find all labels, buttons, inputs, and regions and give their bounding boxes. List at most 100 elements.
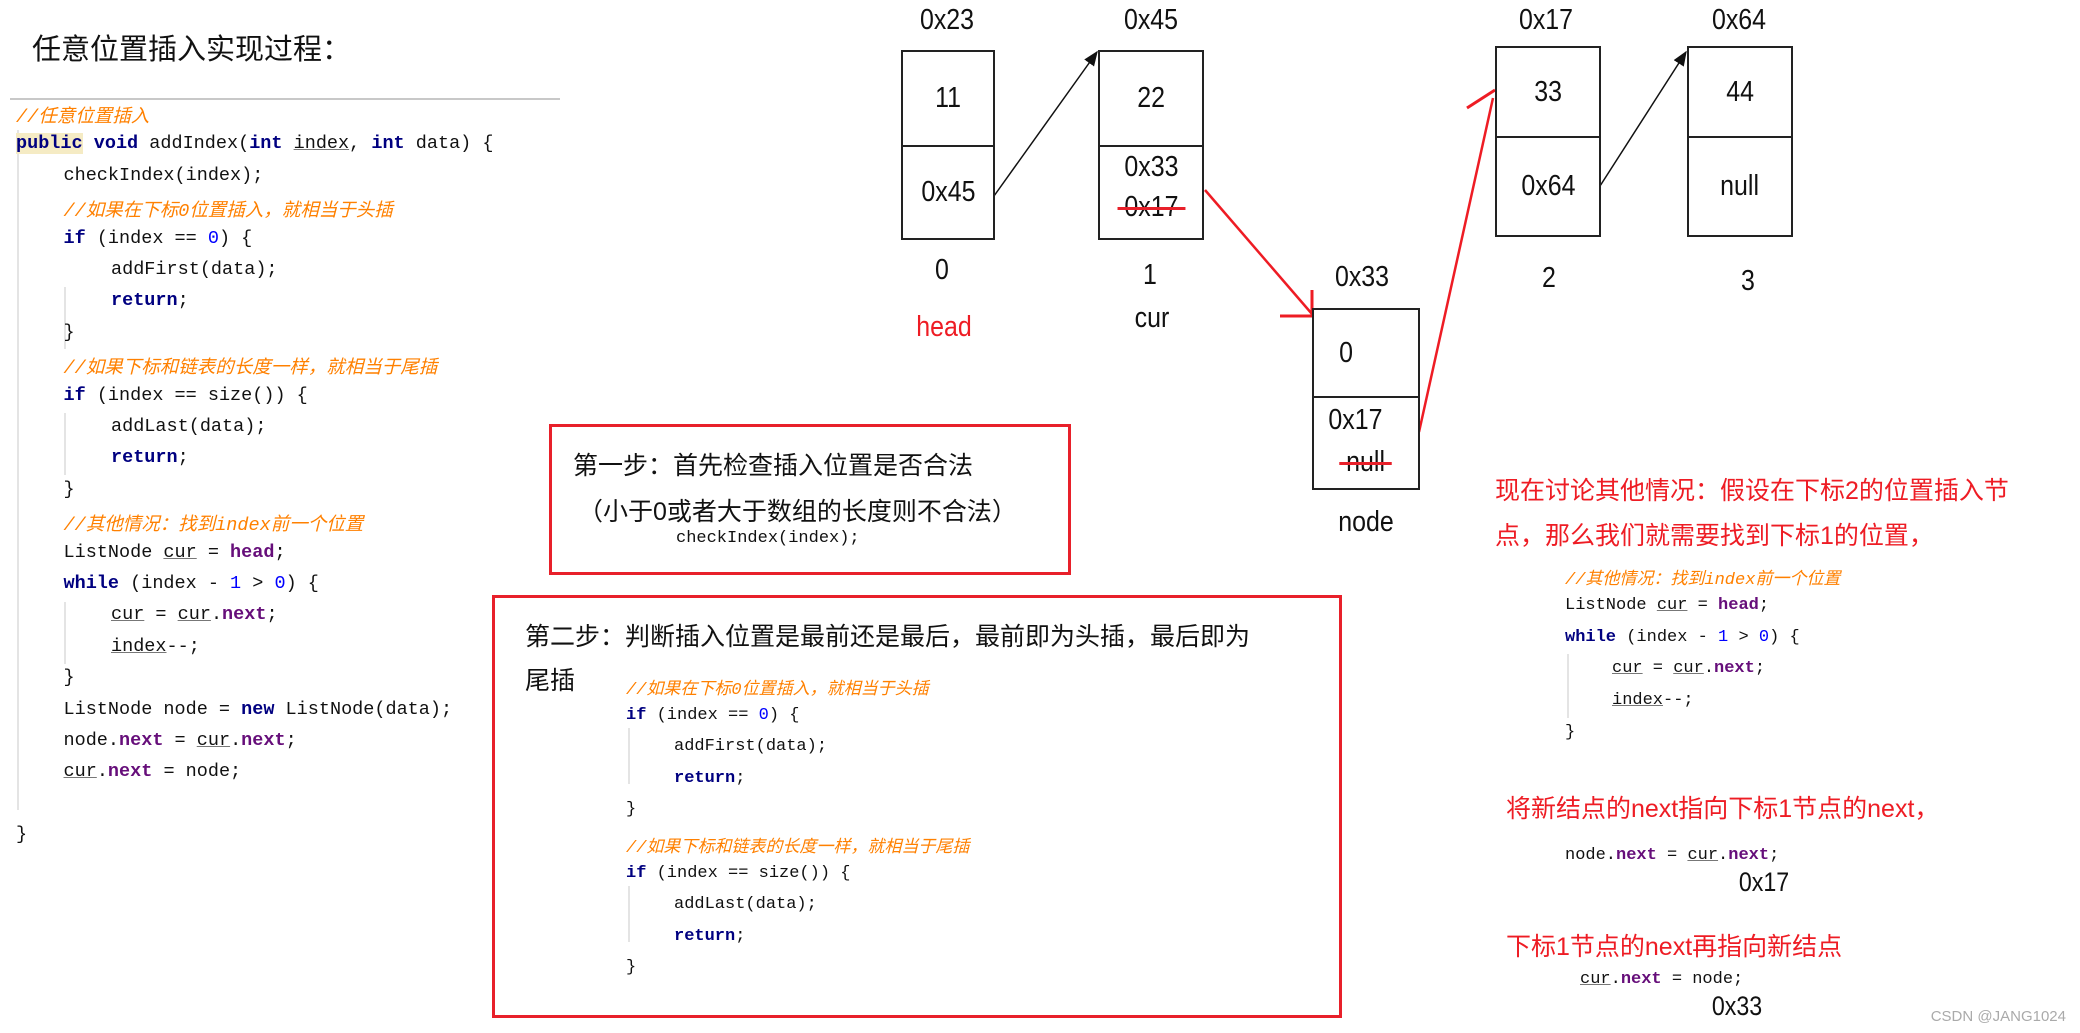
arrow-cur-to-new-node (1204, 189, 1313, 315)
new-node-address: 0x33 (1334, 261, 1390, 293)
code-line: if (index == 0) { (626, 706, 799, 725)
code-line: addLast(data); (674, 895, 817, 914)
code-line: } (626, 958, 636, 977)
node-data-cell: 33 (1497, 48, 1599, 138)
code-token: next (1714, 659, 1755, 679)
node-data-cell: 44 (1689, 48, 1791, 138)
new-node-label: node (1338, 506, 1394, 538)
code-line: node.next = cur.next; (1565, 846, 1779, 865)
code-token: > (1728, 627, 1759, 647)
code-token: 1 (1718, 627, 1729, 647)
code-token: cur (1612, 659, 1643, 679)
node-next-cell: 0x33 (1123, 150, 1179, 183)
step-b-text: 下标1节点的next再指向新结点 (1506, 933, 1843, 961)
code-line: ListNode cur = head; (1565, 596, 1769, 615)
code-token: (index == size()) { (646, 863, 851, 883)
arrow-new-node-to-node2 (1417, 97, 1495, 433)
node-index: 2 (1542, 262, 1556, 294)
arrow-node2-to-node3 (1599, 50, 1687, 187)
code-token: = (1656, 846, 1688, 865)
code-token: index (1612, 691, 1664, 711)
code-token: if (626, 705, 647, 725)
code-token: //如果在下标0位置插入，就相当于头插 (626, 681, 929, 700)
code-token: ; (1758, 595, 1770, 615)
code-token: ; (1769, 846, 1780, 865)
code-token: cur (1687, 846, 1719, 865)
code-token: return (674, 768, 736, 788)
code-token: = (1687, 595, 1719, 615)
list-node-2: 33 0x64 (1495, 46, 1601, 237)
list-node-1: 22 0x33 0x17 (1098, 50, 1204, 240)
step1-note: （小于0或者大于数组的长度则不合法） (578, 498, 1017, 526)
code-token: cur (1656, 595, 1688, 615)
code-line: } (1565, 723, 1575, 742)
code-token: addLast(data); (674, 895, 817, 915)
node-next-cell: null (1720, 170, 1760, 202)
node-address: 0x64 (1711, 4, 1767, 36)
code-line: addFirst(data); (674, 737, 827, 756)
code-token: ListNode (1565, 595, 1657, 615)
step-a-value: 0x17 (1738, 867, 1790, 897)
code-token: 0 (758, 705, 769, 725)
code-token: } (626, 958, 637, 978)
code-token: ) { (768, 705, 800, 725)
code-token: } (1565, 723, 1576, 742)
code-token: . (1610, 970, 1621, 989)
code-token: ; (1754, 659, 1766, 679)
code-line: cur = cur.next; (1612, 659, 1765, 678)
code-line: index--; (1612, 691, 1694, 710)
explanation-text-cont: 点，那么我们就需要找到下标1的位置， (1495, 522, 1934, 550)
node-index: 0 (935, 254, 949, 286)
code-token: } (626, 800, 637, 820)
code-line: return; (674, 769, 745, 788)
code-token: next (1620, 970, 1662, 989)
head-label: head (916, 311, 972, 343)
node-old-next-struck: null (1339, 445, 1393, 478)
arrow-node0-to-node1 (993, 50, 1098, 197)
code-line: return; (674, 927, 745, 946)
node-address: 0x45 (1123, 4, 1179, 36)
code-token: (index == (646, 705, 759, 725)
code-token: 0 (1758, 627, 1770, 647)
node-index: 1 (1143, 259, 1157, 291)
node-next-cell: 0x17 (1328, 403, 1383, 436)
code-line: //如果下标和链表的长度一样，就相当于尾插 (626, 832, 969, 858)
explanation-text: 现在讨论其他情况：假设在下标2的位置插入节 (1495, 477, 2009, 505)
indent-guide (1567, 654, 1569, 718)
code-token: //如果下标和链表的长度一样，就相当于尾插 (626, 839, 970, 858)
code-token: . (1703, 659, 1715, 679)
code-token: head (1718, 595, 1759, 615)
watermark: CSDN @JANG1024 (1930, 1008, 2066, 1025)
step-a-text: 将新结点的next指向下标1节点的next， (1506, 795, 1940, 823)
indent-guide (628, 728, 630, 784)
step2-box (492, 595, 1342, 1018)
code-line: //其他情况：找到index前一个位置 (1565, 564, 1840, 590)
code-line: while (index - 1 > 0) { (1565, 628, 1800, 647)
code-token: node. (1565, 846, 1617, 865)
node-address: 0x23 (919, 4, 975, 36)
code-token: ) { (1769, 627, 1800, 647)
step-b-value: 0x33 (1711, 991, 1763, 1021)
code-token: while (1565, 627, 1617, 647)
code-token: = (1642, 659, 1674, 679)
code-line: } (626, 800, 636, 819)
step1-code: checkIndex(index); (676, 529, 860, 548)
code-token: ; (735, 768, 746, 788)
cur-label: cur (1134, 302, 1170, 334)
code-line: //如果在下标0位置插入，就相当于头插 (626, 674, 929, 700)
code-token: (index - (1616, 627, 1719, 647)
code-token: addFirst(data); (674, 737, 828, 757)
step2-text-cont: 尾插 (525, 667, 576, 695)
code-token: cur (1580, 970, 1611, 989)
indent-guide (628, 886, 630, 942)
code-token: if (626, 863, 647, 883)
node-old-next-struck: 0x17 (1117, 190, 1185, 223)
code-token: return (674, 926, 736, 946)
code-token: . (1718, 846, 1729, 865)
code-token: = node; (1661, 970, 1744, 989)
node-address: 0x17 (1518, 4, 1574, 36)
code-token: cur (1673, 659, 1704, 679)
node-data-cell: 11 (903, 52, 993, 147)
code-token: //其他情况：找到index前一个位置 (1565, 571, 1841, 590)
code-token: --; (1663, 691, 1694, 711)
